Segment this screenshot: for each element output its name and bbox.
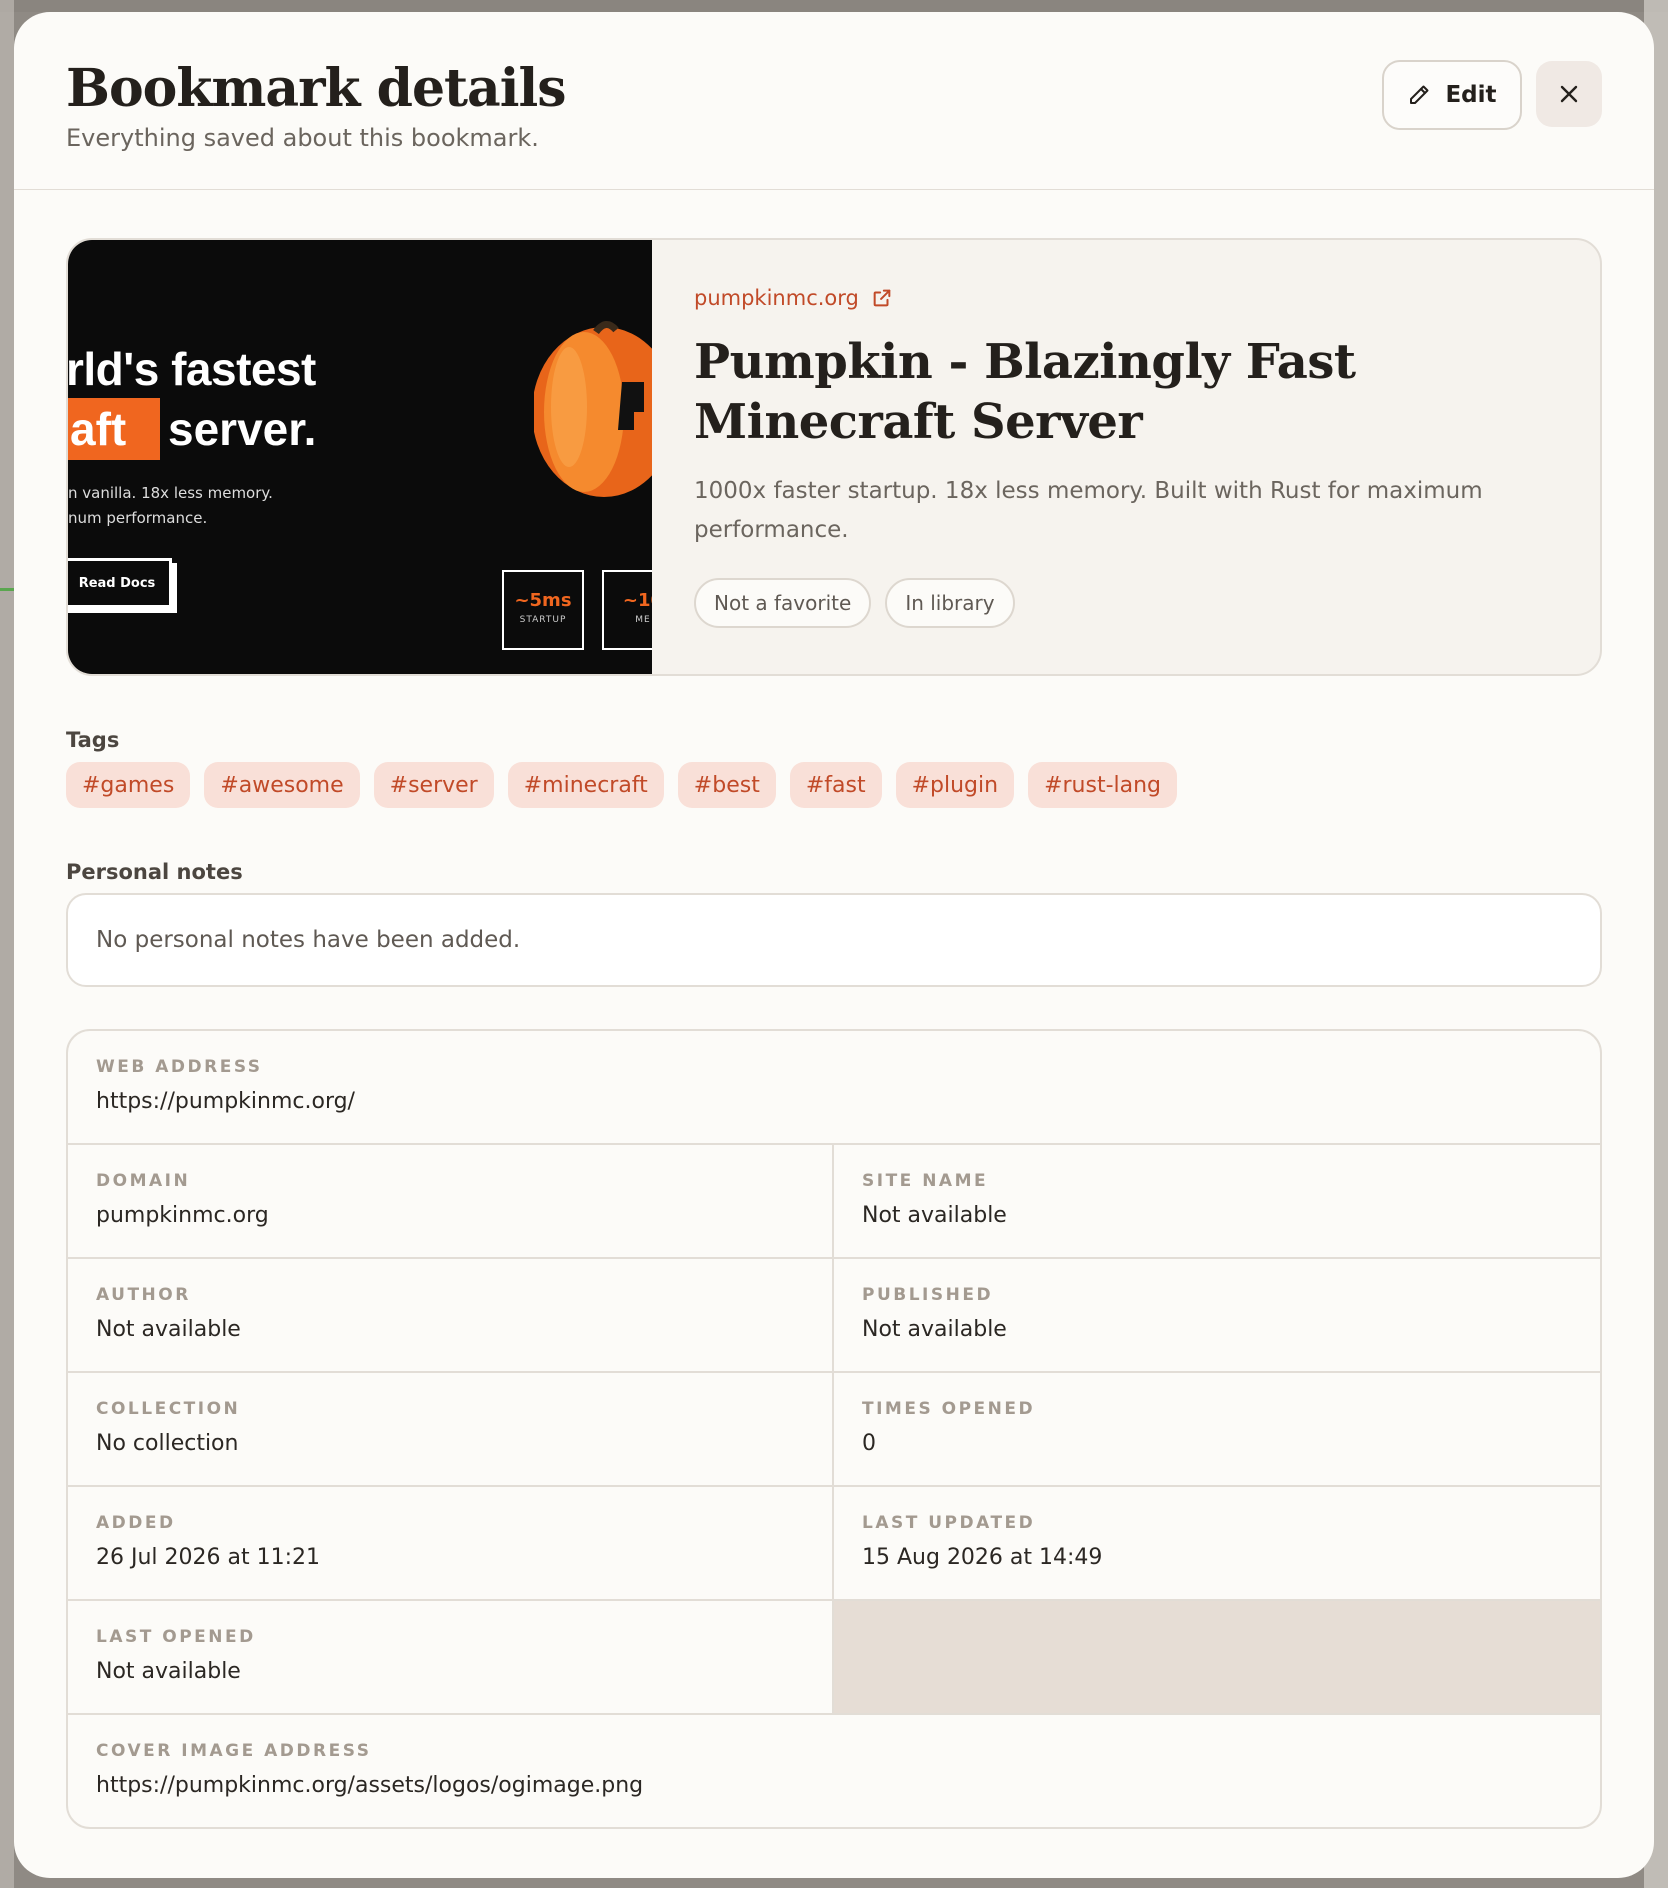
library-status-pill: In library	[885, 578, 1015, 628]
detail-web-address: WEB ADDRESS https://pumpkinmc.org/	[68, 1031, 1600, 1145]
backdrop-accent	[0, 588, 14, 591]
detail-label: LAST UPDATED	[862, 1513, 1036, 1533]
cover-subtext-2: num performance.	[68, 509, 208, 527]
tag-chip[interactable]: #minecraft	[507, 762, 664, 808]
cover-subtext-1: n vanilla. 18x less memory.	[68, 484, 273, 502]
detail-value: 0	[862, 1431, 876, 1456]
pencil-icon	[1410, 85, 1429, 104]
cover-headline-highlight: aft	[70, 403, 127, 455]
dialog-title: Bookmark details	[66, 58, 567, 119]
detail-empty-cell	[834, 1601, 1600, 1715]
domain-link-label: pumpkinmc.org	[694, 286, 859, 310]
detail-value: Not available	[96, 1317, 241, 1342]
detail-cover-image-address: COVER IMAGE ADDRESS https://pumpkinmc.or…	[68, 1715, 1600, 1827]
personal-notes-box: No personal notes have been added.	[66, 893, 1602, 987]
close-button[interactable]	[1536, 61, 1602, 127]
detail-value: Not available	[862, 1203, 1007, 1228]
detail-domain: DOMAIN pumpkinmc.org	[68, 1145, 834, 1259]
detail-label: ADDED	[96, 1513, 176, 1533]
detail-value: pumpkinmc.org	[96, 1203, 269, 1228]
detail-last-opened: LAST OPENED Not available	[68, 1601, 834, 1715]
edit-button[interactable]: Edit	[1382, 60, 1522, 130]
cover-stat-startup: ~5ms STARTUP	[502, 570, 584, 650]
tags-label: Tags	[66, 728, 120, 752]
details-grid: WEB ADDRESS https://pumpkinmc.org/ DOMAI…	[66, 1029, 1602, 1829]
detail-value: 26 Jul 2026 at 11:21	[96, 1545, 321, 1570]
cover-read-docs: Read Docs	[68, 558, 172, 608]
cover-stat-value: ~10	[622, 590, 652, 611]
bookmark-description: 1000x faster startup. 18x less memory. B…	[694, 478, 1483, 543]
detail-site-name: SITE NAME Not available	[834, 1145, 1600, 1259]
external-link-icon	[873, 289, 891, 307]
cover-headline-line2: server.	[168, 403, 317, 455]
detail-value: Not available	[96, 1659, 241, 1684]
backdrop-left	[0, 0, 14, 1888]
cover-stat-label: STARTUP	[519, 615, 567, 625]
detail-value: https://pumpkinmc.org/assets/logos/ogima…	[96, 1773, 644, 1798]
cover-image: rld's fastest aft server. n vanilla. 18x…	[68, 240, 652, 674]
edit-button-label: Edit	[1445, 82, 1497, 108]
tag-chip[interactable]: #plugin	[895, 762, 1015, 808]
favorite-status-pill: Not a favorite	[694, 578, 872, 628]
detail-label: COLLECTION	[96, 1399, 241, 1419]
detail-label: LAST OPENED	[96, 1627, 256, 1647]
cover-stat-memory: ~10 ME	[602, 570, 652, 650]
tag-chip[interactable]: #server	[373, 762, 494, 808]
status-pills: Not a favorite In library	[694, 578, 1015, 628]
detail-times-opened: TIMES OPENED 0	[834, 1373, 1600, 1487]
bookmark-details-dialog: Bookmark details Everything saved about …	[14, 12, 1654, 1878]
detail-label: PUBLISHED	[862, 1285, 994, 1305]
detail-value: https://pumpkinmc.org/	[96, 1089, 355, 1114]
tag-chip[interactable]: #games	[66, 762, 191, 808]
detail-published: PUBLISHED Not available	[834, 1259, 1600, 1373]
detail-value: 15 Aug 2026 at 14:49	[862, 1545, 1103, 1570]
tag-chip[interactable]: #rust-lang	[1028, 762, 1178, 808]
dialog-subtitle: Everything saved about this bookmark.	[66, 124, 539, 152]
bookmark-preview-card: rld's fastest aft server. n vanilla. 18x…	[66, 238, 1602, 676]
backdrop-top	[0, 0, 1668, 12]
domain-link[interactable]: pumpkinmc.org	[694, 286, 893, 310]
pumpkin-icon	[534, 321, 652, 497]
tag-chip[interactable]: #awesome	[204, 762, 360, 808]
detail-label: DOMAIN	[96, 1171, 191, 1191]
detail-value: Not available	[862, 1317, 1007, 1342]
notes-label: Personal notes	[66, 860, 243, 884]
cover-stat-label: ME	[635, 615, 651, 625]
detail-value: No collection	[96, 1431, 239, 1456]
detail-label: WEB ADDRESS	[96, 1057, 263, 1077]
cover-stat-value: ~5ms	[514, 590, 572, 611]
detail-last-updated: LAST UPDATED 15 Aug 2026 at 14:49	[834, 1487, 1600, 1601]
detail-label: AUTHOR	[96, 1285, 191, 1305]
bookmark-title: Pumpkin - Blazingly Fast Minecraft Serve…	[694, 334, 1356, 450]
detail-label: TIMES OPENED	[862, 1399, 1036, 1419]
detail-author: AUTHOR Not available	[68, 1259, 834, 1373]
detail-label: SITE NAME	[862, 1171, 989, 1191]
tag-chip[interactable]: #best	[677, 762, 776, 808]
detail-label: COVER IMAGE ADDRESS	[96, 1741, 372, 1761]
personal-notes-text: No personal notes have been added.	[96, 927, 521, 953]
cover-headline-line1: rld's fastest	[68, 343, 316, 395]
tag-chip[interactable]: #fast	[789, 762, 882, 808]
close-icon	[1560, 85, 1578, 103]
detail-added: ADDED 26 Jul 2026 at 11:21	[68, 1487, 834, 1601]
tag-list: #games #awesome #server #minecraft #best…	[66, 762, 1178, 808]
detail-collection: COLLECTION No collection	[68, 1373, 834, 1487]
dialog-header: Bookmark details Everything saved about …	[14, 12, 1654, 190]
